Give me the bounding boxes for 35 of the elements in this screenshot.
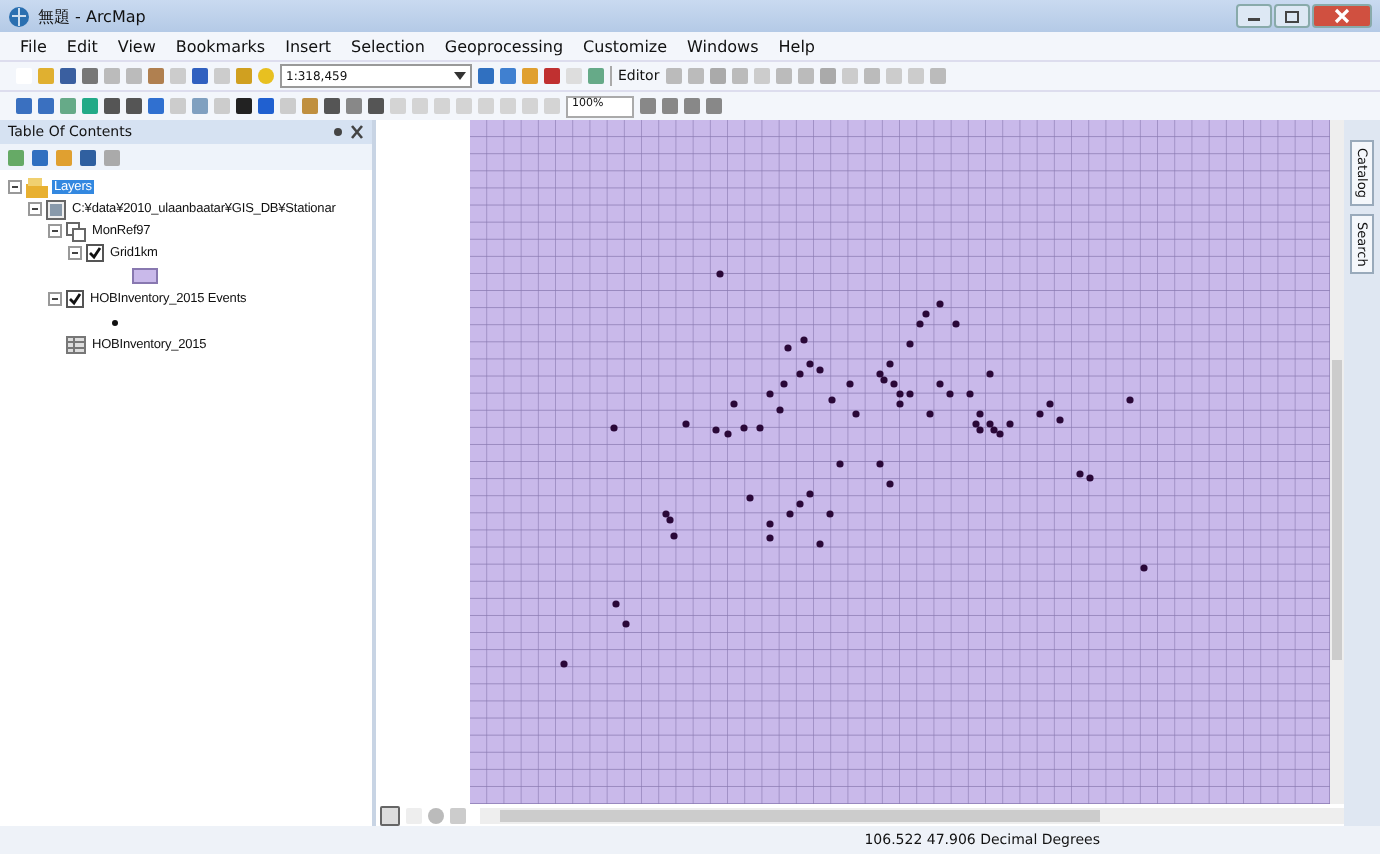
- menu-item[interactable]: Bookmarks: [175, 37, 266, 55]
- polygon-symbol-icon: [132, 268, 158, 284]
- maximize-button[interactable]: [1274, 4, 1310, 28]
- minimize-button[interactable]: [1236, 4, 1272, 28]
- menu-item[interactable]: Help: [778, 37, 816, 55]
- table-icon: [66, 336, 86, 354]
- pin-close-icon[interactable]: [332, 124, 364, 140]
- menu-item[interactable]: Windows: [687, 37, 759, 55]
- menu-item[interactable]: Selection: [351, 37, 425, 55]
- caret-icon: [454, 72, 466, 80]
- close-button[interactable]: [1312, 4, 1372, 28]
- globe-icon: [8, 5, 30, 27]
- expand-toggle[interactable]: [28, 202, 42, 216]
- menu-item[interactable]: Geoprocessing: [444, 37, 564, 55]
- horizontal-scrollbar[interactable]: [480, 807, 1344, 823]
- layout-view-icon[interactable]: [380, 805, 400, 825]
- menu-item[interactable]: Edit: [66, 37, 98, 55]
- layer-checkbox[interactable]: [66, 290, 84, 308]
- expand-toggle[interactable]: [48, 292, 62, 306]
- menu-item[interactable]: Customize: [583, 37, 668, 55]
- point-symbol-icon: [112, 319, 118, 325]
- expand-toggle[interactable]: [8, 180, 22, 194]
- layer-checkbox[interactable]: [86, 244, 104, 262]
- expand-toggle[interactable]: [48, 224, 62, 238]
- expand-toggle[interactable]: [68, 246, 82, 260]
- vertical-scrollbar[interactable]: [1330, 120, 1344, 804]
- menu-item[interactable]: File: [20, 37, 47, 55]
- close-icon: [1334, 8, 1350, 24]
- layers-icon: [26, 177, 48, 197]
- maximize-icon: [1284, 9, 1300, 23]
- group-layer-icon: [66, 221, 86, 241]
- menu-item[interactable]: View: [117, 37, 156, 55]
- database-icon: [46, 199, 66, 219]
- window-title: 無題 - ArcMap: [38, 5, 146, 27]
- menu-item[interactable]: Insert: [285, 37, 332, 55]
